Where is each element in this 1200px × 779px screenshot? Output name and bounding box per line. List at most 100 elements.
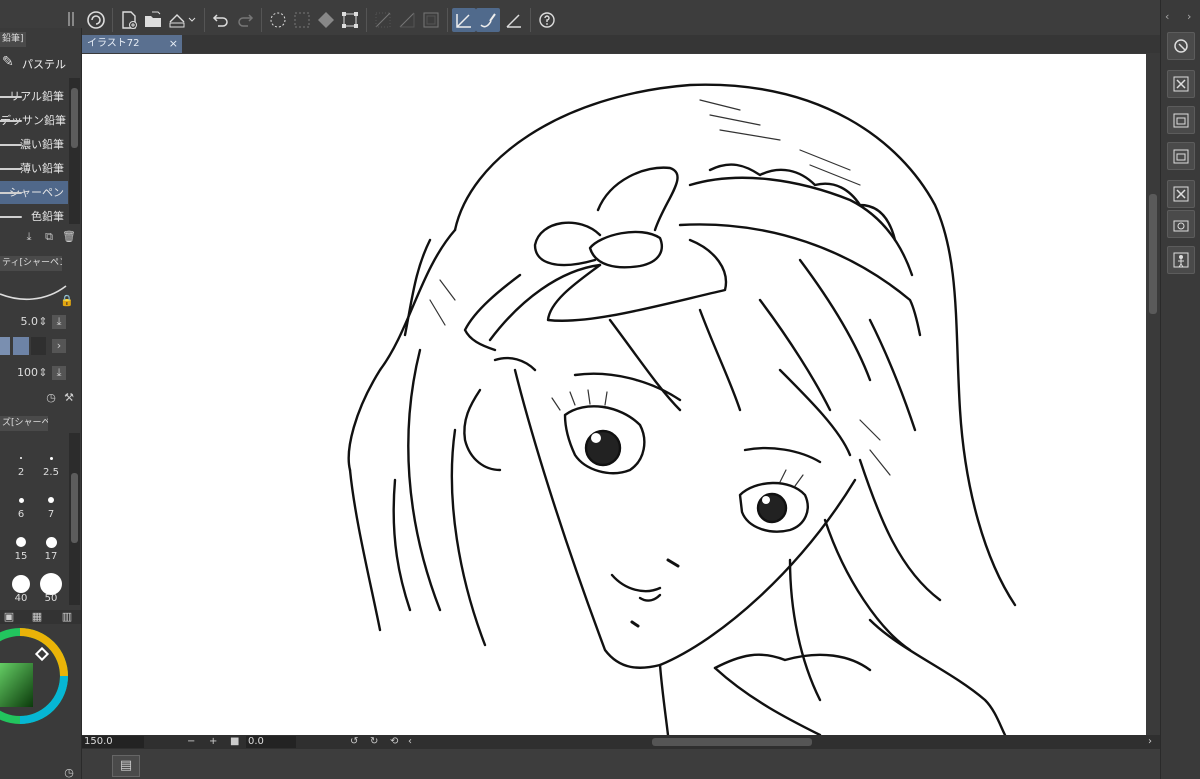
chevron-down-icon[interactable] — [185, 8, 199, 32]
material-icon[interactable] — [1167, 106, 1195, 134]
tool-property-tab[interactable]: ティ[シャーペン] — [0, 256, 62, 271]
document-tab[interactable]: イラスト72 × — [82, 35, 182, 53]
scroll-thumb[interactable] — [1149, 194, 1157, 314]
zoom-field[interactable]: 150.0 — [82, 736, 144, 748]
swatch-main[interactable] — [0, 337, 10, 355]
chevron-left-icon[interactable]: ‹ — [1165, 10, 1169, 23]
spinner-icon[interactable]: ⇕ — [36, 315, 50, 329]
zoom-in-button[interactable]: + — [209, 735, 217, 749]
chevron-right-icon[interactable]: › — [1187, 10, 1191, 23]
chevron-right-icon[interactable]: › — [52, 339, 66, 353]
pencil-stroke-icon[interactable] — [476, 8, 500, 32]
deselect-icon[interactable] — [290, 8, 314, 32]
zoom-out-button[interactable]: − — [187, 735, 195, 749]
open-folder-icon[interactable] — [141, 8, 165, 32]
brush-group-tab[interactable]: 鉛筆] — [0, 32, 26, 47]
wrench-icon[interactable]: ⚒ — [62, 391, 76, 405]
size-preset-label: 7 — [47, 509, 55, 520]
document-tab-bar: イラスト72 × — [82, 35, 1160, 53]
horizontal-scroll-thumb[interactable] — [652, 738, 812, 746]
trash-icon[interactable]: 🗑 — [62, 230, 76, 244]
document-tab-title: イラスト72 — [87, 38, 140, 49]
undo-icon[interactable] — [209, 8, 233, 32]
toolbar-separator — [112, 8, 113, 32]
size-preset-label: 2.5 — [43, 467, 59, 478]
canvas-vertical-scrollbar[interactable] — [1146, 54, 1160, 735]
clip-studio-icon[interactable] — [84, 8, 108, 32]
help-icon[interactable] — [535, 8, 559, 32]
drawing-canvas[interactable] — [82, 54, 1146, 735]
brush-item[interactable]: デッサン鉛筆 — [0, 109, 68, 132]
close-icon[interactable]: × — [169, 35, 178, 53]
brush-item[interactable]: シャーペン — [0, 181, 68, 204]
scroll-left-icon[interactable]: ‹ — [408, 735, 412, 749]
material-icon-2[interactable] — [1167, 142, 1195, 170]
snap-ruler-icon[interactable] — [395, 8, 419, 32]
snap-off-icon[interactable] — [371, 8, 395, 32]
size-preset[interactable]: 2 — [6, 438, 36, 480]
color-history-tab-icon[interactable]: ▥ — [60, 610, 74, 624]
brush-item[interactable]: 薄い鉛筆 — [0, 157, 68, 180]
swap-color-icon[interactable]: ◷ — [62, 766, 76, 779]
fill-selection-icon[interactable] — [314, 8, 338, 32]
transform-icon[interactable] — [338, 8, 362, 32]
color-swatches[interactable] — [0, 337, 46, 355]
rotate-right-icon[interactable]: ↻ — [370, 735, 378, 749]
brush-stroke-preview — [0, 168, 22, 170]
scroll-thumb[interactable] — [71, 473, 78, 543]
brush-item[interactable]: 濃い鉛筆 — [0, 133, 68, 156]
lock-icon[interactable]: 🔒 — [60, 294, 74, 308]
snap-grid-icon[interactable] — [419, 8, 443, 32]
select-all-icon[interactable] — [266, 8, 290, 32]
brush-category[interactable]: ✎ パステル — [0, 52, 80, 74]
pressure-icon[interactable]: ⤓ — [52, 315, 66, 329]
layer-panel-icon[interactable]: ▤ — [112, 755, 140, 777]
size-preset[interactable]: 17 — [36, 522, 66, 564]
brush-item[interactable]: 色鉛筆 — [0, 205, 68, 228]
fit-icon[interactable]: ■ — [230, 735, 239, 749]
color-wheel-tab-icon[interactable]: ▣ — [2, 610, 16, 624]
brush-list-scrollbar[interactable] — [69, 78, 80, 224]
color-wheel[interactable] — [0, 626, 70, 726]
swatch-sub[interactable] — [13, 337, 29, 355]
color-set-tab-icon[interactable]: ▦ — [30, 610, 44, 624]
reset-rotation-icon[interactable]: ⟲ — [390, 735, 398, 749]
size-preset-label: 50 — [44, 593, 58, 604]
bottom-strip: ▤ — [82, 749, 1160, 779]
navigator-icon[interactable] — [1167, 32, 1195, 60]
redo-icon[interactable] — [233, 8, 257, 32]
brush-size-field[interactable]: 5.0 — [0, 314, 39, 330]
new-file-icon[interactable] — [117, 8, 141, 32]
close-panel-icon-2[interactable] — [1167, 180, 1195, 208]
download-icon[interactable]: ⤓ — [22, 230, 36, 244]
scroll-right-icon[interactable]: › — [1148, 735, 1152, 749]
size-preset[interactable]: 40 — [6, 564, 36, 606]
pressure-icon[interactable]: ⤓ — [52, 366, 66, 380]
size-preset-dot — [40, 573, 62, 595]
close-panel-icon[interactable] — [1167, 70, 1195, 98]
toolbar-separator — [204, 8, 205, 32]
rotate-left-icon[interactable]: ↺ — [350, 735, 358, 749]
clock-icon[interactable]: ◷ — [44, 391, 58, 405]
brush-stroke-preview — [0, 144, 22, 146]
ruler-icon[interactable] — [502, 8, 526, 32]
swatch-transparent[interactable] — [31, 337, 46, 355]
size-preset[interactable]: 15 — [6, 522, 36, 564]
brush-size-scrollbar[interactable] — [69, 433, 80, 605]
size-preset[interactable]: 6 — [6, 480, 36, 522]
brush-stroke-preview — [0, 192, 22, 194]
scroll-thumb[interactable] — [71, 88, 78, 148]
brush-item[interactable]: リアル鉛筆 — [0, 85, 68, 108]
size-preset[interactable]: 2.5 — [36, 438, 66, 480]
pen-snap-icon[interactable] — [452, 8, 476, 32]
spinner-icon[interactable]: ⇕ — [36, 366, 50, 380]
duplicate-icon[interactable]: ⧉ — [42, 230, 56, 244]
camera-icon[interactable] — [1167, 210, 1195, 238]
size-preset[interactable]: 50 — [36, 564, 66, 606]
person-icon[interactable] — [1167, 246, 1195, 274]
brush-size-tab[interactable]: ズ[シャーペン] — [0, 416, 48, 431]
toolbar-grip[interactable] — [68, 12, 74, 26]
opacity-field[interactable]: 100 — [0, 365, 38, 381]
size-preset[interactable]: 7 — [36, 480, 66, 522]
angle-field[interactable]: 0.0 — [246, 736, 296, 748]
